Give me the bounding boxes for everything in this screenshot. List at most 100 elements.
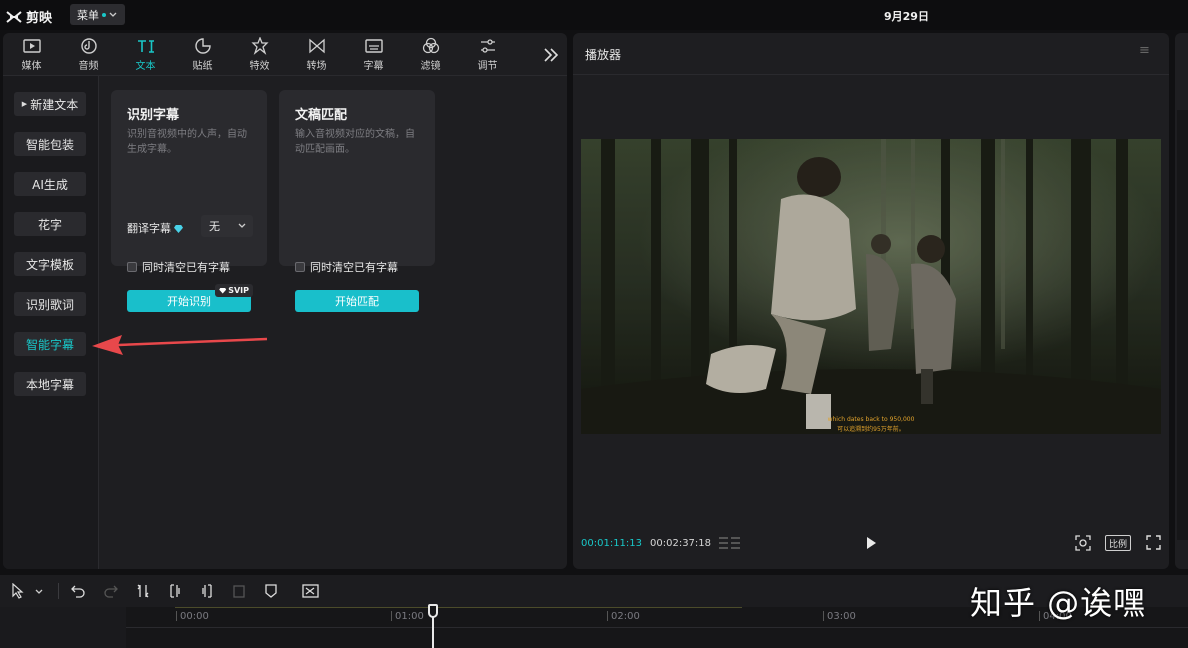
clear-existing-checkbox[interactable] — [127, 262, 137, 272]
menu-button[interactable]: 菜单 — [70, 4, 125, 25]
toolbar-separator — [58, 583, 59, 599]
ruler-baseline — [126, 627, 1188, 628]
player-title: 播放器 — [585, 48, 622, 62]
nav-item-local-subtitle[interactable]: 本地字幕 — [14, 372, 86, 396]
playhead-handle[interactable] — [428, 604, 438, 618]
zhihu-watermark: 知乎 @诶嘿 — [970, 584, 1147, 622]
nav-item-text-template[interactable]: 文字模板 — [14, 252, 86, 276]
tab-label: 音频 — [78, 61, 99, 72]
chevron-down-icon[interactable] — [34, 583, 44, 599]
card-title: 文稿匹配 — [295, 108, 348, 123]
translate-language-select[interactable]: 无 — [201, 215, 253, 237]
redo-icon[interactable] — [103, 583, 119, 599]
cursor-select-icon[interactable] — [10, 583, 26, 599]
nav-item-label: 智能字幕 — [25, 337, 74, 352]
tab-audio[interactable]: 音频 — [60, 33, 117, 75]
clear-existing-checkbox-row[interactable]: 同时清空已有字幕 — [127, 259, 230, 275]
effects-icon — [250, 37, 269, 55]
ruler-tick — [176, 611, 177, 621]
hamburger-menu-icon[interactable]: ≡ — [1139, 44, 1153, 57]
diamond-icon — [174, 225, 183, 233]
video-preview[interactable]: which dates back to 950,000 可以追溯到约95万年前。 — [581, 139, 1161, 434]
capcut-logo-icon — [6, 10, 22, 23]
sticker-icon — [194, 38, 211, 54]
marker-icon[interactable] — [263, 583, 279, 599]
tab-media[interactable]: 媒体 — [3, 33, 60, 75]
button-label: 开始匹配 — [335, 295, 379, 308]
tab-adjust[interactable]: 调节 — [459, 33, 516, 75]
subtitle-icon — [364, 39, 383, 53]
tab-filter[interactable]: 滤镜 — [402, 33, 459, 75]
ratio-button[interactable]: 比例 — [1105, 535, 1131, 551]
tab-label: 调节 — [477, 61, 498, 72]
delete-icon[interactable] — [231, 583, 247, 599]
player-divider — [573, 74, 1169, 75]
card-description: 输入音视频对应的文稿，自动匹配画面。 — [295, 129, 415, 155]
clear-existing-checkbox-row[interactable]: 同时清空已有字幕 — [295, 259, 398, 275]
tab-label: 贴纸 — [192, 61, 213, 72]
nav-item-ai-generate[interactable]: AI生成 — [14, 172, 86, 196]
ratio-label: 比例 — [1108, 539, 1127, 550]
nav-item-smart-subtitle[interactable]: 智能字幕 — [14, 332, 86, 356]
script-match-card: 文稿匹配 输入音视频对应的文稿，自动匹配画面。 同时清空已有字幕 开始匹配 — [279, 90, 435, 312]
split-icon[interactable] — [135, 583, 151, 599]
menu-notification-dot — [102, 12, 106, 17]
caret-right-icon: ▶ — [21, 100, 28, 108]
forest-scene-image — [581, 139, 1161, 434]
tab-label: 滤镜 — [420, 61, 441, 72]
button-label: 开始识别 — [167, 295, 211, 308]
clear-existing-checkbox[interactable] — [295, 262, 305, 272]
filter-icon — [422, 37, 439, 54]
tab-subtitle[interactable]: 字幕 — [345, 33, 402, 75]
svip-label: SVIP — [228, 286, 249, 295]
recognize-subtitle-card: 识别字幕 识别音视频中的人声，自动生成字幕。 翻译字幕 无 同时清空已有字幕 开… — [111, 90, 267, 312]
video-subtitle-zh: 可以追溯到约95万年前。 — [837, 426, 905, 433]
diamond-icon — [219, 287, 227, 294]
transition-icon — [308, 38, 325, 54]
svip-badge: SVIP — [215, 284, 253, 297]
tab-effects[interactable]: 特效 — [231, 33, 288, 75]
undo-icon[interactable] — [70, 583, 86, 599]
translate-label-text: 翻译字幕 — [127, 222, 171, 235]
nav-item-label: AI生成 — [32, 177, 68, 192]
app-name: 剪映 — [26, 11, 53, 26]
checkbox-label: 同时清空已有字幕 — [310, 261, 398, 274]
media-icon — [22, 39, 41, 53]
nav-item-recognize-lyrics[interactable]: 识别歌词 — [14, 292, 86, 316]
card-title: 识别字幕 — [127, 108, 180, 123]
ruler-tick — [607, 611, 608, 621]
waveform-icon[interactable] — [719, 535, 741, 551]
ruler-tick — [391, 611, 392, 621]
start-match-button[interactable]: 开始匹配 — [295, 290, 419, 312]
text-icon — [137, 40, 154, 53]
nav-item-new-text[interactable]: ▶ 新建文本 — [14, 92, 86, 116]
app-logo: 剪映 — [6, 7, 52, 26]
select-value: 无 — [209, 220, 220, 233]
trim-left-icon[interactable] — [167, 583, 183, 599]
nav-item-fancy-text[interactable]: 花字 — [14, 212, 86, 236]
nav-item-label: 文字模板 — [25, 257, 74, 272]
tab-sticker[interactable]: 贴纸 — [174, 33, 231, 75]
play-icon[interactable] — [865, 536, 877, 550]
scan-icon[interactable] — [1075, 535, 1091, 551]
track-header-area — [0, 607, 126, 648]
chevron-down-icon — [109, 12, 117, 17]
tab-label: 特效 — [249, 61, 270, 72]
tab-label: 转场 — [306, 61, 327, 72]
nav-item-label: 识别歌词 — [25, 297, 74, 312]
start-recognize-button[interactable]: 开始识别 SVIP — [127, 284, 253, 312]
double-chevron-right-icon[interactable] — [541, 45, 561, 65]
text-side-nav: ▶ 新建文本 智能包装 AI生成 花字 文字模板 识别歌词 智能字幕 本地字幕 — [3, 76, 99, 569]
translate-subtitle-label: 翻译字幕 — [127, 220, 183, 236]
annotation-arrow — [92, 335, 268, 355]
tab-text[interactable]: 文本 — [117, 33, 174, 75]
tool-tabs: 媒体 音频 文本 贴纸 特效 转场 字幕 滤镜 调节 — [3, 33, 567, 75]
fullscreen-icon[interactable] — [1146, 535, 1161, 550]
freeze-frame-icon[interactable] — [302, 583, 320, 599]
card-description: 识别音视频中的人声，自动生成字幕。 — [127, 129, 247, 155]
nav-item-smart-packaging[interactable]: 智能包装 — [14, 132, 86, 156]
trim-right-icon[interactable] — [199, 583, 215, 599]
chevron-down-icon — [238, 223, 246, 228]
tab-transition[interactable]: 转场 — [288, 33, 345, 75]
nav-item-label: 本地字幕 — [25, 377, 74, 392]
